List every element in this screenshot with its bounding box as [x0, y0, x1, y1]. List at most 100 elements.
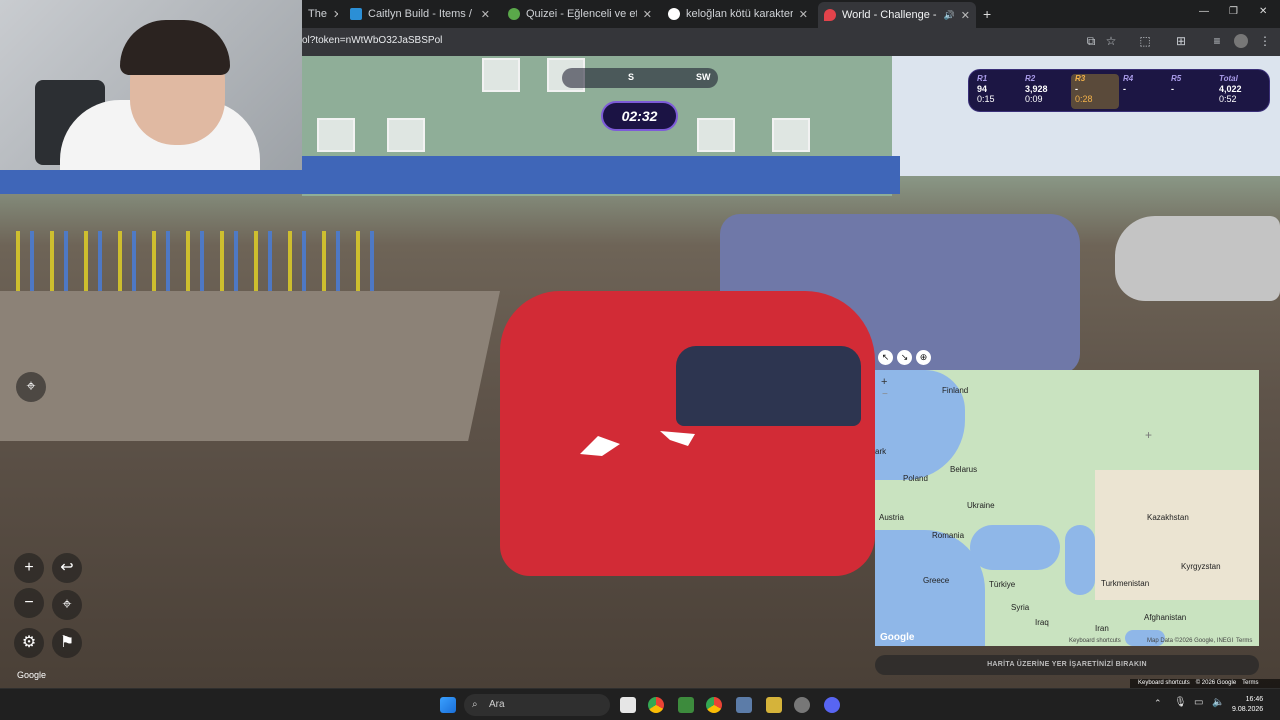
extensions-icon[interactable]: ⬚	[1138, 34, 1152, 48]
total-label: Total	[1219, 74, 1238, 83]
guess-button[interactable]: HARİTA ÜZERİNE YER İŞARETİNİZİ BIRAKIN	[875, 655, 1259, 675]
nav-arrows[interactable]	[580, 426, 720, 466]
map-label: Finland	[942, 386, 969, 395]
volume-icon[interactable]: 🔈	[1212, 697, 1224, 708]
clock-date: 9.08.2026	[1232, 706, 1264, 713]
search-icon: ⌕	[472, 699, 478, 710]
speaker-icon[interactable]: 🔊	[944, 10, 955, 21]
gear-icon: ⚙	[21, 634, 37, 651]
nav-arrow-left-icon[interactable]	[580, 436, 620, 456]
guess-map[interactable]: Finland Belarus Poland Ukraine Austria R…	[875, 370, 1259, 646]
crosshair-icon: +	[1145, 428, 1153, 442]
tab-quizei[interactable]: Quizei - Eğlenceli ve etkileşimli ✕	[502, 4, 658, 24]
shrink-map-icon[interactable]: ↘	[897, 350, 912, 365]
maximize-button[interactable]: ❐	[1229, 6, 1238, 17]
url-field[interactable]: ol?token=nWtWbO32JaSBSPol	[302, 35, 442, 46]
tab-title: World - Challenge - GeoGu	[842, 9, 938, 21]
close-icon[interactable]: ✕	[481, 8, 490, 21]
google-watermark: Google	[17, 670, 47, 680]
map-label: Romania	[932, 531, 965, 540]
map-toolbar: ↖ ↘ ⊕	[878, 350, 931, 365]
minimize-button[interactable]: —	[1199, 6, 1209, 17]
round-time: 0:28	[1075, 94, 1093, 104]
bookmark-star-icon[interactable]: ☆	[1104, 34, 1118, 48]
map-label: Ukraine	[967, 501, 995, 510]
taskbar-search[interactable]: ⌕ Ara	[464, 694, 610, 716]
taskbar-clock[interactable]: 16:46 9.08.2026	[1232, 695, 1263, 715]
chrome-active-icon[interactable]	[706, 697, 722, 713]
close-icon[interactable]: ✕	[643, 8, 652, 21]
map-label: Kazakhstan	[1147, 513, 1189, 522]
display-icon[interactable]: ▭	[1194, 697, 1203, 708]
windows-start-icon[interactable]	[440, 697, 456, 713]
network-app-icon[interactable]	[736, 697, 752, 713]
zoom-out-button[interactable]: −	[14, 588, 44, 618]
window	[317, 118, 355, 152]
location-pin-button[interactable]: ⌖	[16, 372, 46, 402]
nav-arrow-right-icon[interactable]	[660, 431, 695, 446]
quizei-favicon-icon	[508, 8, 520, 20]
google-map-logo: Google	[880, 632, 915, 643]
settings-button[interactable]: ⚙	[14, 628, 44, 658]
map-terms[interactable]: Terms	[1236, 638, 1252, 644]
zoom-in-button[interactable]: +	[14, 553, 44, 583]
compass-southwest: SW	[696, 72, 711, 82]
app-icon[interactable]	[766, 697, 782, 713]
tab-search-icon[interactable]: ⊞	[1174, 34, 1188, 48]
clock-time: 16:46	[1245, 696, 1264, 703]
flag-icon: ⚑	[59, 634, 75, 651]
github-icon[interactable]	[794, 697, 810, 713]
tab-geoguessr[interactable]: World - Challenge - GeoGu 🔊 ✕	[818, 2, 976, 28]
undo-move-button[interactable]: ↩	[52, 553, 82, 583]
tray-chevron-up-icon[interactable]: ⌃	[1154, 698, 1162, 709]
close-icon[interactable]: ✕	[961, 9, 970, 22]
round-points: -	[1123, 84, 1126, 94]
close-icon[interactable]: ✕	[333, 8, 338, 21]
install-app-icon[interactable]: ⧉	[1084, 34, 1098, 48]
tab-title: Quizei - Eğlenceli ve etkileşimli	[526, 8, 637, 20]
task-view-icon[interactable]	[620, 697, 636, 713]
google-favicon-icon	[668, 8, 680, 20]
menu-kebab-icon[interactable]: ⋮	[1258, 34, 1272, 48]
round-4-score: R4 -	[1123, 74, 1171, 109]
compass: S SW	[562, 68, 718, 88]
spreadsheet-app-icon[interactable]	[678, 697, 694, 713]
return-to-start-button[interactable]: ⌖	[52, 590, 82, 620]
new-tab-button[interactable]: +	[983, 6, 991, 22]
round-1-score: R1 94 0:15	[977, 74, 1025, 109]
window	[387, 118, 425, 152]
caspian-sea	[1065, 525, 1095, 595]
round-timer: 02:32	[601, 101, 678, 131]
profile-avatar[interactable]	[1234, 34, 1248, 48]
close-icon[interactable]: ✕	[799, 8, 808, 21]
sv-keyboard-shortcuts[interactable]: Keyboard shortcuts	[1138, 679, 1190, 688]
location-pin-icon	[824, 9, 836, 21]
sv-copyright: © 2026 Google	[1195, 680, 1237, 686]
round-points: 3,928	[1025, 84, 1048, 94]
expand-map-icon[interactable]: ↖	[878, 350, 893, 365]
brick-pavement	[0, 291, 500, 441]
map-zoom-out-button[interactable]: −	[882, 389, 888, 400]
map-data-attribution: Map Data ©2026 Google, INEGI	[1147, 638, 1234, 644]
close-window-button[interactable]: ✕	[1259, 6, 1267, 17]
map-label: Austria	[879, 513, 904, 522]
chrome-icon[interactable]	[648, 697, 664, 713]
reading-list-icon[interactable]: ≡	[1210, 34, 1224, 48]
set-checkpoint-button[interactable]: ⚑	[52, 628, 82, 658]
map-keyboard-shortcuts[interactable]: Keyboard shortcuts	[1069, 638, 1121, 644]
pin-map-icon[interactable]: ⊕	[916, 350, 931, 365]
discord-icon[interactable]	[824, 697, 840, 713]
round-points: -	[1075, 84, 1078, 94]
total-score: Total 4,022 0:52	[1219, 74, 1267, 109]
map-label: Poland	[903, 474, 928, 483]
tab-caitlyn-build[interactable]: Caitlyn Build - Items / Runes / B ✕	[344, 4, 496, 24]
map-zoom-in-button[interactable]: +	[881, 376, 887, 388]
silver-sedan	[1115, 216, 1280, 301]
sv-terms[interactable]: Terms	[1242, 679, 1258, 688]
webcam-overlay	[0, 0, 302, 170]
tab-the[interactable]: The ✕	[302, 4, 338, 24]
tab-google-search[interactable]: keloğlan kötü karakter - Googl ✕	[662, 4, 814, 24]
round-label: R4	[1123, 74, 1134, 83]
microphone-icon[interactable]: 🎙	[1174, 697, 1187, 708]
map-pin-icon: ⌖	[26, 378, 36, 395]
